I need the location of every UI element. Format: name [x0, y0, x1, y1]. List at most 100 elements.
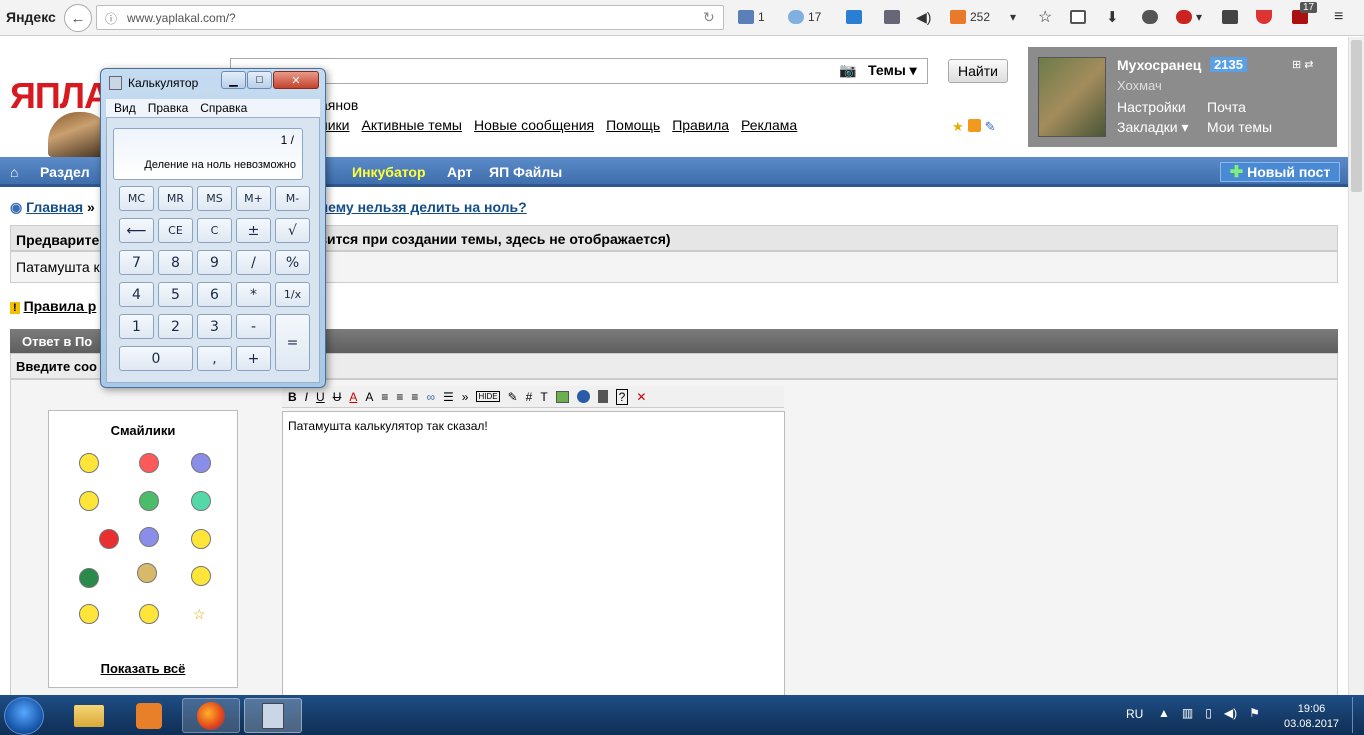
align-right-icon[interactable]: ≡ — [411, 390, 418, 404]
smile-icon[interactable] — [191, 529, 211, 549]
calc-key-subtract[interactable]: - — [236, 314, 271, 339]
calc-key-3[interactable]: 3 — [197, 314, 232, 339]
calc-key-decimal[interactable]: , — [197, 346, 232, 371]
close-icon[interactable]: ✕ — [636, 390, 646, 404]
calc-key-backspace[interactable]: ⟵ — [119, 218, 154, 243]
bold-icon[interactable]: B — [288, 390, 297, 404]
counter-widget[interactable]: 252 — [950, 8, 990, 26]
camera-icon[interactable]: 📷 — [839, 62, 856, 79]
volume-icon[interactable]: ◀) — [1224, 706, 1237, 720]
link-icon[interactable]: ∞ — [426, 390, 435, 404]
pencil-icon[interactable]: ✎ — [985, 119, 996, 135]
font-size-icon[interactable]: A — [365, 390, 373, 404]
align-left-icon[interactable]: ≡ — [381, 390, 388, 404]
calc-key-plus-minus[interactable]: ± — [236, 218, 271, 243]
maximize-button[interactable]: □ — [247, 71, 272, 89]
reading-list-icon[interactable] — [1070, 8, 1086, 26]
top-link-new-messages[interactable]: Новые сообщения — [474, 117, 594, 133]
smile-icon[interactable] — [79, 453, 99, 473]
strikethrough-icon[interactable]: U — [333, 390, 342, 404]
tray-expand-icon[interactable]: ▲ — [1158, 706, 1170, 720]
align-center-icon[interactable]: ≡ — [396, 390, 403, 404]
hamburger-menu-icon[interactable]: ≡ — [1334, 8, 1343, 26]
explorer-taskbar-button[interactable] — [60, 698, 118, 733]
smile-icon[interactable] — [79, 491, 99, 511]
firefox-taskbar-button[interactable] — [182, 698, 240, 733]
user-link-bookmarks[interactable]: Закладки ▾ — [1117, 119, 1189, 136]
network-icon[interactable]: ▥ — [1182, 706, 1193, 720]
quote-icon[interactable]: » — [462, 390, 469, 404]
star-smile-icon[interactable]: ☆ — [193, 606, 206, 623]
user-link-my-topics[interactable]: Мои темы — [1207, 119, 1272, 135]
calc-key-reciprocal[interactable]: 1/x — [275, 282, 310, 307]
home-icon[interactable]: ⌂ — [10, 164, 18, 180]
nav-item-incubator[interactable]: Инкубатор — [352, 164, 426, 180]
calc-key-sqrt[interactable]: √ — [275, 218, 310, 243]
address-bar[interactable]: ⓘ www.yaplakal.com/? ↻ — [96, 5, 724, 30]
battery-icon[interactable]: ▯ — [1205, 706, 1212, 720]
username[interactable]: Мухосранец — [1117, 57, 1201, 73]
yandex-disk-icon[interactable] — [846, 8, 862, 26]
calc-key-divide[interactable]: / — [236, 250, 271, 275]
search-input[interactable]: 📷 — [230, 58, 928, 84]
scroll-thumb[interactable] — [1351, 40, 1362, 192]
type-icon[interactable]: T — [540, 390, 547, 404]
nav-item-art[interactable]: Арт — [447, 164, 472, 180]
new-post-button[interactable]: ✚ Новый пост — [1220, 162, 1340, 182]
smile-icon[interactable] — [79, 604, 99, 624]
calc-key-mc[interactable]: MC — [119, 186, 154, 211]
media-player-taskbar-button[interactable] — [120, 698, 178, 733]
smile-icon[interactable] — [139, 604, 159, 624]
smile-icon[interactable] — [191, 566, 211, 586]
image-icon[interactable] — [555, 390, 569, 403]
video-icon[interactable] — [597, 390, 608, 403]
calc-key-m-plus[interactable]: M+ — [236, 186, 271, 211]
calc-key-m-minus[interactable]: M- — [275, 186, 310, 211]
minimize-button[interactable]: ▁ — [221, 71, 246, 89]
back-button[interactable]: ← — [64, 4, 92, 32]
flag-icon[interactable]: ⚑ — [1249, 706, 1260, 720]
mail-widget[interactable]: 1 — [738, 8, 765, 26]
show-all-smilies-link[interactable]: Показать всё — [49, 661, 237, 676]
calc-key-mr[interactable]: MR — [158, 186, 193, 211]
flash-icon[interactable] — [576, 390, 590, 403]
underline-icon[interactable]: U — [316, 390, 325, 404]
calc-key-8[interactable]: 8 — [158, 250, 193, 275]
italic-icon[interactable]: I — [305, 390, 308, 404]
edit-icon[interactable]: ✎ — [508, 390, 518, 404]
smile-icon[interactable] — [139, 453, 159, 473]
smile-icon[interactable] — [139, 527, 159, 547]
site-logo[interactable]: ЯПЛА — [10, 75, 110, 117]
calc-key-percent[interactable]: % — [275, 250, 310, 275]
calculator-taskbar-button[interactable] — [244, 698, 302, 733]
show-desktop-button[interactable] — [1352, 697, 1362, 733]
start-button[interactable] — [4, 697, 44, 735]
breadcrumb-home[interactable]: Главная — [26, 199, 83, 215]
menu-dropdown-icon[interactable]: ▾ — [1010, 8, 1016, 26]
calc-key-7[interactable]: 7 — [119, 250, 154, 275]
breadcrumb-topic[interactable]: чему нельзя делить на ноль? — [320, 199, 527, 215]
calc-key-multiply[interactable]: * — [236, 282, 271, 307]
pocket-icon[interactable] — [1222, 8, 1238, 26]
text-color-icon[interactable]: A — [349, 390, 357, 404]
calc-key-6[interactable]: 6 — [197, 282, 232, 307]
hash-icon[interactable]: # — [526, 390, 533, 404]
calc-key-1[interactable]: 1 — [119, 314, 154, 339]
menu-help[interactable]: Справка — [200, 101, 247, 115]
speaker-icon[interactable]: ◀) — [916, 8, 931, 26]
smile-icon[interactable] — [79, 568, 99, 588]
hide-icon[interactable]: HIDE — [476, 391, 500, 402]
calc-key-2[interactable]: 2 — [158, 314, 193, 339]
language-indicator[interactable]: RU — [1126, 707, 1143, 721]
rss-icon[interactable] — [967, 119, 981, 132]
find-button[interactable]: Найти — [948, 59, 1008, 83]
list-icon[interactable]: ☰ — [443, 390, 454, 404]
user-link-mail[interactable]: Почта — [1207, 99, 1246, 115]
download-icon[interactable]: ⬇ — [1106, 8, 1119, 26]
user-link-settings[interactable]: Настройки — [1117, 99, 1186, 115]
message-textarea[interactable]: Патамушта калькулятор так сказал! — [282, 411, 785, 695]
antivirus-icon[interactable] — [1256, 8, 1272, 26]
calc-key-add[interactable]: + — [236, 346, 271, 371]
search-scope-select[interactable]: Темы ▾ — [868, 62, 917, 79]
star-icon[interactable]: ☆ — [1038, 8, 1052, 26]
